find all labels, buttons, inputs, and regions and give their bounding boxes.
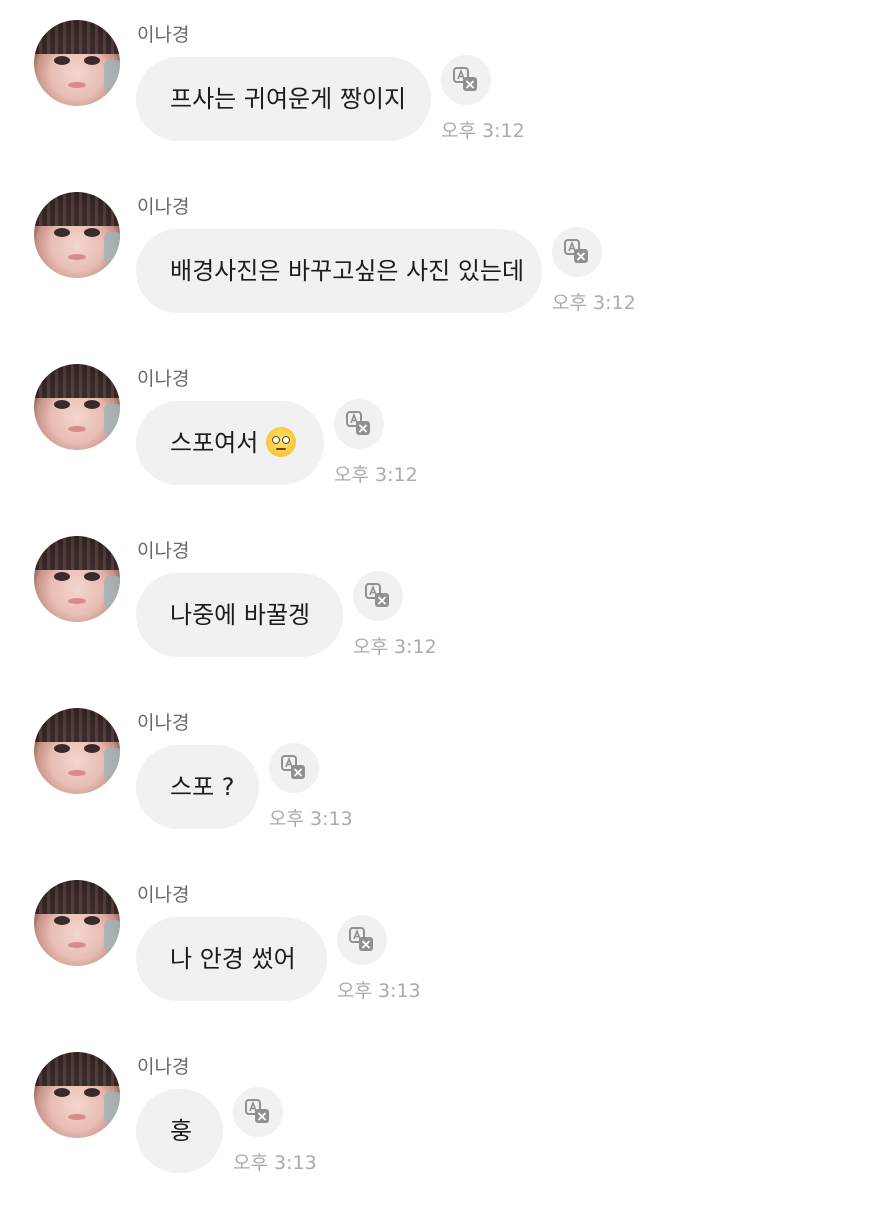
message-bubble[interactable]: 스포여서 <box>136 401 324 485</box>
message-text: 프사는 귀여운게 짱이지 <box>170 85 407 113</box>
translate-icon <box>349 927 373 951</box>
translate-button[interactable] <box>334 399 384 449</box>
message-bubble[interactable]: 스포 ? <box>136 745 259 829</box>
message-time: 오후 3:12 <box>334 464 418 486</box>
message-time: 오후 3:13 <box>233 1152 317 1174</box>
translate-button[interactable] <box>353 571 403 621</box>
sender-name: 이나경 <box>137 884 190 906</box>
message-text: 나중에 바꿀겡 <box>170 601 311 629</box>
translate-icon <box>453 67 477 91</box>
avatar[interactable] <box>34 880 120 966</box>
message-bubble[interactable]: 배경사진은 바꾸고싶은 사진 있는데 <box>136 229 542 313</box>
translate-icon <box>346 411 370 435</box>
rolling-eyes-emoji-icon <box>266 427 297 457</box>
message-bubble[interactable]: 프사는 귀여운게 짱이지 <box>136 57 431 141</box>
message-row: 이나경 나중에 바꿀겡 오후 3:12 <box>0 536 875 708</box>
sender-name: 이나경 <box>137 196 190 218</box>
message-time: 오후 3:12 <box>353 636 437 658</box>
translate-button[interactable] <box>233 1087 283 1137</box>
avatar[interactable] <box>34 20 120 106</box>
sender-name: 이나경 <box>137 540 190 562</box>
translate-button[interactable] <box>441 55 491 105</box>
message-row: 이나경 훙 오후 3:13 <box>0 1052 875 1224</box>
message-bubble[interactable]: 나 안경 썼어 <box>136 917 327 1001</box>
avatar[interactable] <box>34 536 120 622</box>
sender-name: 이나경 <box>137 24 190 46</box>
message-text: 훙 <box>170 1117 193 1145</box>
message-row: 이나경 스포여서 오후 3:12 <box>0 364 875 536</box>
message-row: 이나경 프사는 귀여운게 짱이지 오후 3:12 <box>0 20 875 192</box>
sender-name: 이나경 <box>137 368 190 390</box>
avatar[interactable] <box>34 364 120 450</box>
avatar[interactable] <box>34 192 120 278</box>
translate-button[interactable] <box>552 227 602 277</box>
message-time: 오후 3:12 <box>552 292 636 314</box>
message-text: 스포여서 <box>170 429 259 457</box>
translate-button[interactable] <box>337 915 387 965</box>
translate-icon <box>281 755 305 779</box>
sender-name: 이나경 <box>137 712 190 734</box>
message-time: 오후 3:13 <box>337 980 421 1002</box>
translate-icon <box>245 1099 269 1123</box>
message-text: 배경사진은 바꾸고싶은 사진 있는데 <box>170 257 525 285</box>
message-time: 오후 3:12 <box>441 120 525 142</box>
avatar[interactable] <box>34 708 120 794</box>
message-text: 스포 ? <box>170 773 235 801</box>
message-row: 이나경 스포 ? 오후 3:13 <box>0 708 875 880</box>
sender-name: 이나경 <box>137 1056 190 1078</box>
message-row: 이나경 배경사진은 바꾸고싶은 사진 있는데 오후 3:12 <box>0 192 875 364</box>
message-row: 이나경 나 안경 썼어 오후 3:13 <box>0 880 875 1052</box>
message-bubble[interactable]: 나중에 바꿀겡 <box>136 573 343 657</box>
translate-button[interactable] <box>269 743 319 793</box>
translate-icon <box>365 583 389 607</box>
message-time: 오후 3:13 <box>269 808 353 830</box>
message-bubble[interactable]: 훙 <box>136 1089 223 1173</box>
translate-icon <box>564 239 588 263</box>
message-text: 나 안경 썼어 <box>170 945 296 973</box>
avatar[interactable] <box>34 1052 120 1138</box>
